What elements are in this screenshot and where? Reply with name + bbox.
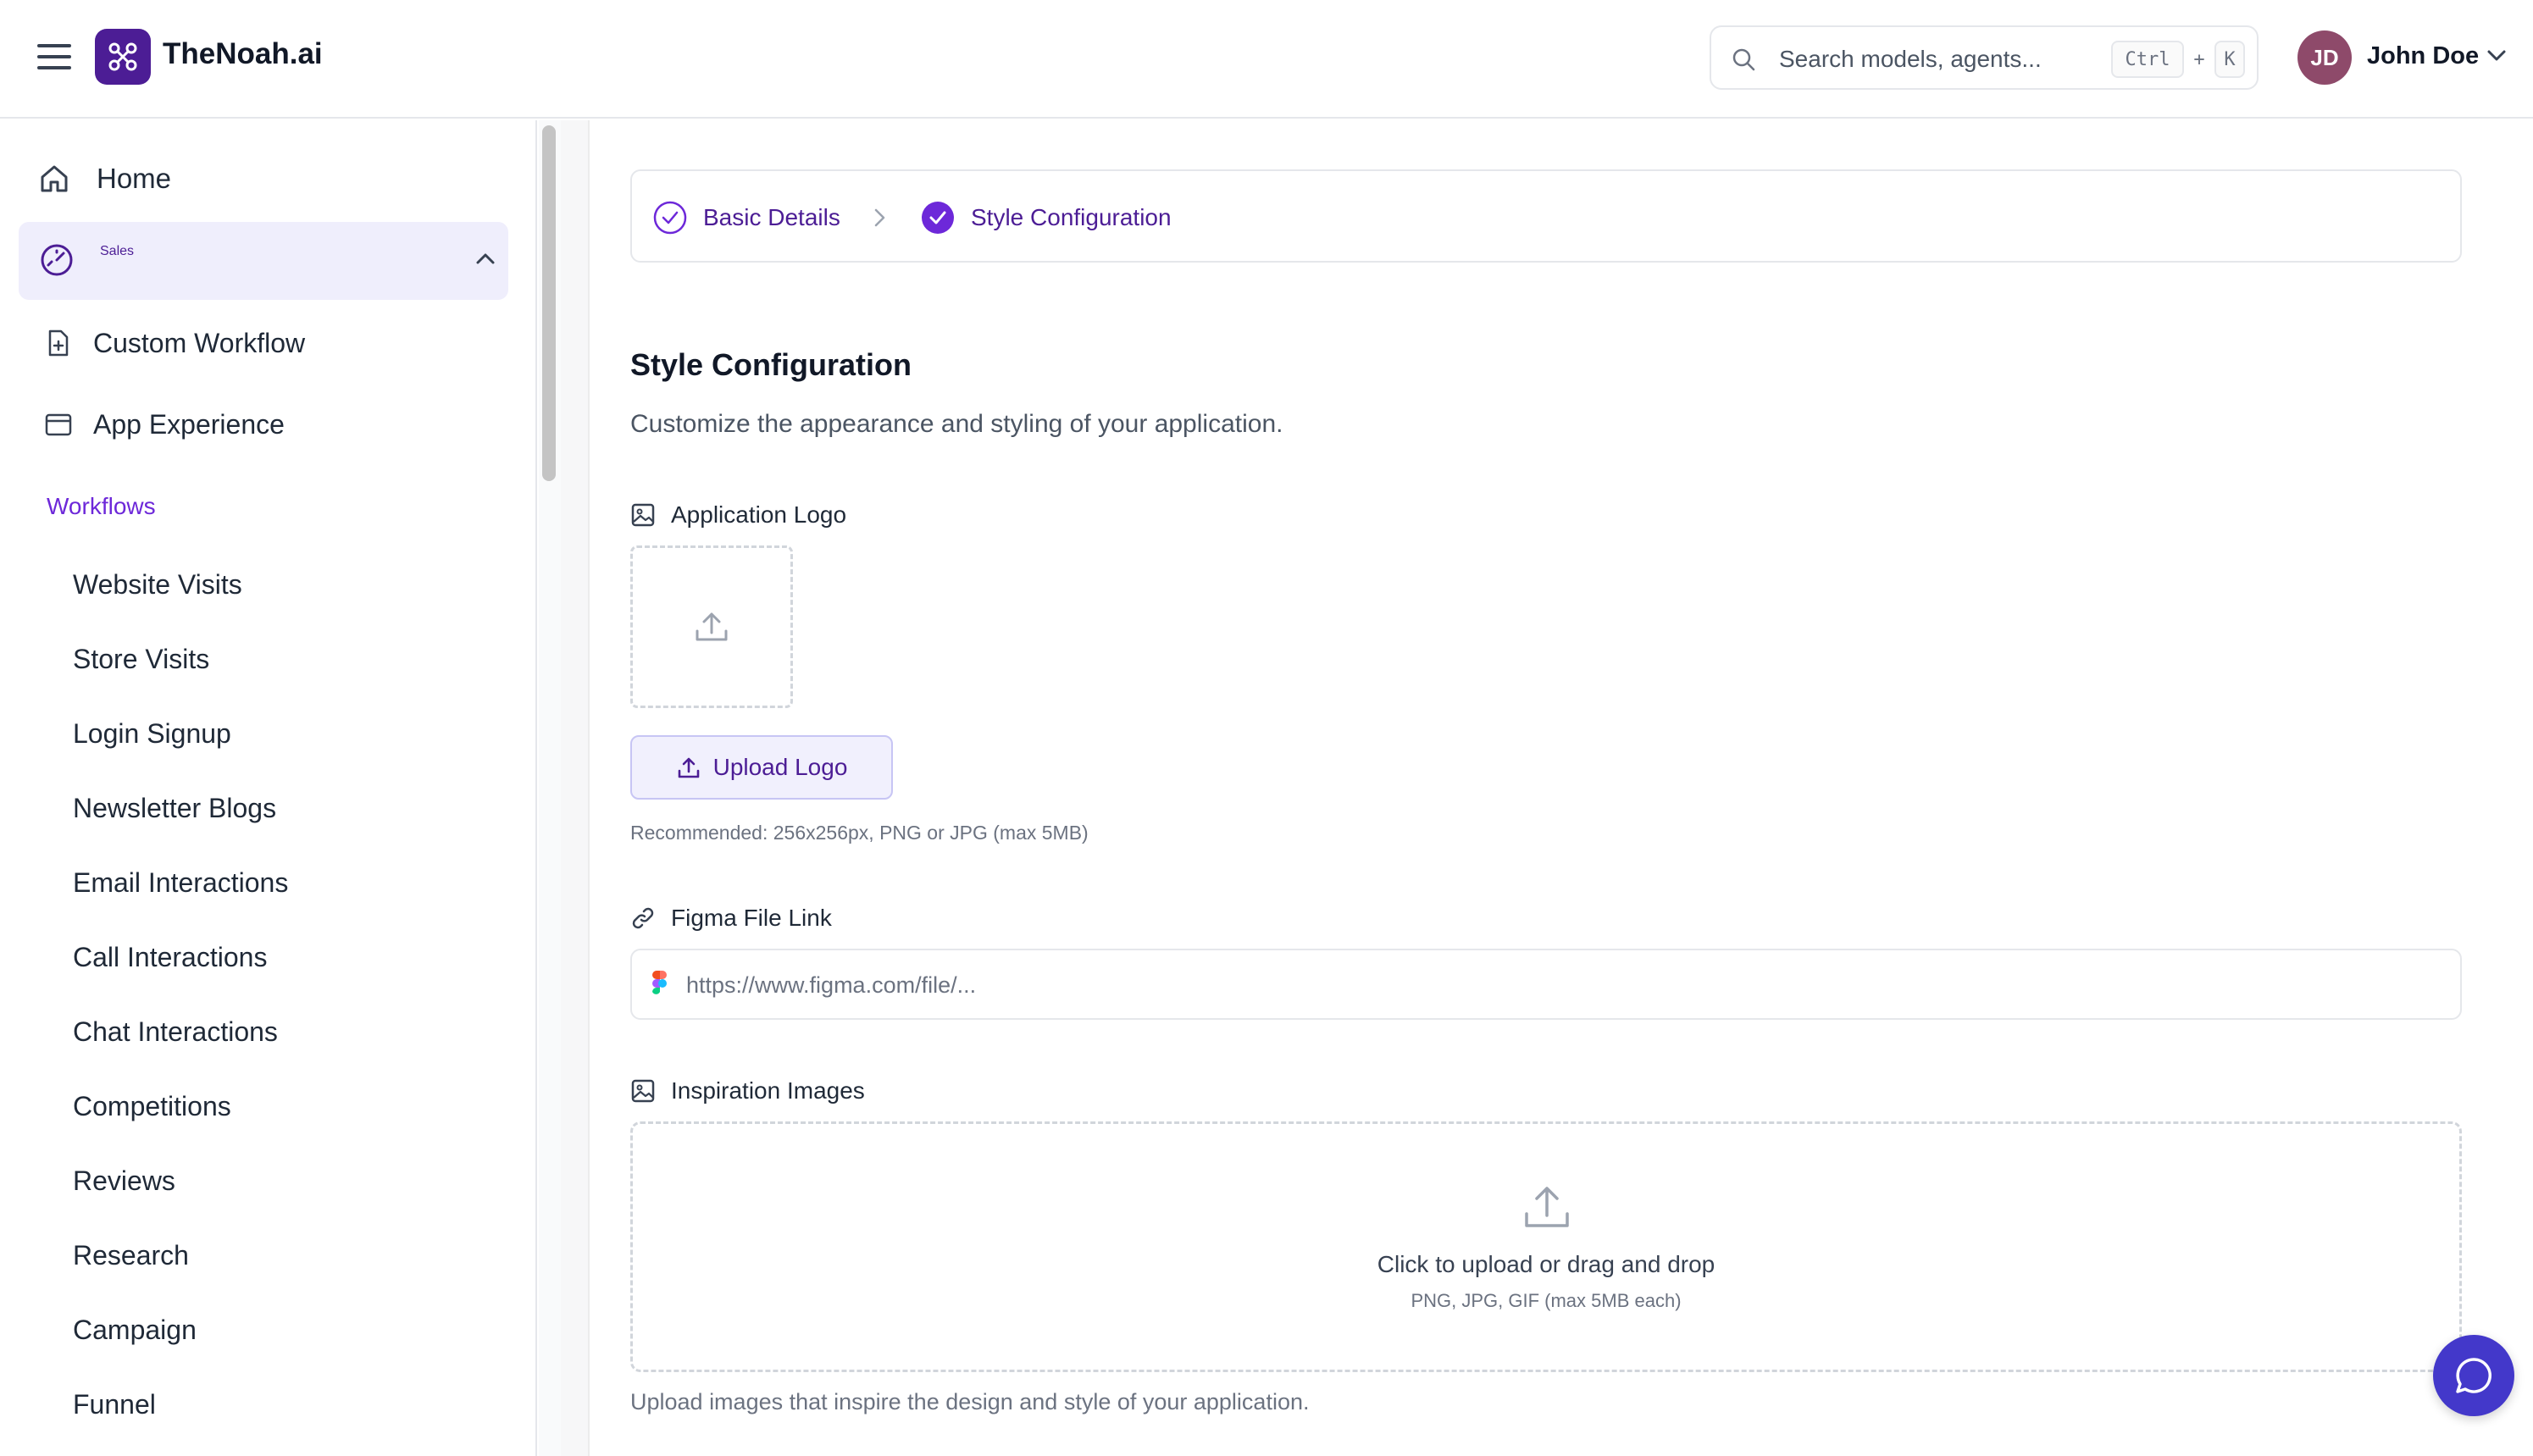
shortcut-plus: + xyxy=(2193,48,2205,70)
stepper: Basic Details Style Configuration xyxy=(630,169,2462,263)
dropzone-subtext: PNG, JPG, GIF (max 5MB each) xyxy=(1411,1290,1682,1311)
sidebar-item-custom-workflow[interactable]: Custom Workflow xyxy=(44,324,305,363)
user-avatar[interactable]: JD xyxy=(2297,30,2352,85)
inspiration-images-label: Inspiration Images xyxy=(630,1077,865,1104)
step-basic-details[interactable]: Basic Details xyxy=(652,200,840,235)
chevron-up-icon[interactable] xyxy=(474,251,496,268)
check-circle-icon xyxy=(922,202,954,234)
network-logo-icon[interactable] xyxy=(95,29,151,85)
sidebar-item-sales[interactable]: Sales xyxy=(19,222,508,300)
upload-icon xyxy=(678,757,699,778)
hamburger-icon[interactable] xyxy=(37,42,71,71)
figma-link-input[interactable] xyxy=(686,962,2431,1008)
sidebar-item-newsletter-blogs[interactable]: Newsletter Blogs xyxy=(73,793,276,824)
sidebar-item-label: App Experience xyxy=(93,408,285,440)
search-placeholder: Search models, agents... xyxy=(1779,46,2042,72)
sidebar-item-chat-interactions[interactable]: Chat Interactions xyxy=(73,1016,278,1048)
file-plus-icon xyxy=(48,329,69,357)
image-icon xyxy=(631,1079,655,1103)
brand-name[interactable]: TheNoah.ai xyxy=(163,37,323,71)
sidebar: Home Sales Custom Workflow App Experienc… xyxy=(0,120,537,1456)
browser-window-icon xyxy=(45,413,72,436)
step-label: Style Configuration xyxy=(971,204,1172,230)
logo-hint: Recommended: 256x256px, PNG or JPG (max … xyxy=(630,822,1089,844)
upload-logo-label: Upload Logo xyxy=(712,754,848,780)
page-subtitle: Customize the appearance and styling of … xyxy=(630,410,1283,438)
upload-icon xyxy=(1525,1187,1569,1227)
logo-dropzone[interactable] xyxy=(630,545,793,708)
application-logo-label: Application Logo xyxy=(630,501,846,529)
sidebar-item-login-signup[interactable]: Login Signup xyxy=(73,718,231,750)
dropzone-text: Click to upload or drag and drop xyxy=(1377,1251,1715,1277)
gauge-icon xyxy=(41,244,73,276)
step-label: Basic Details xyxy=(703,204,840,230)
sidebar-item-store-visits[interactable]: Store Visits xyxy=(73,644,209,675)
shortcut-ctrl-key: Ctrl xyxy=(2111,41,2184,78)
field-label-text: Inspiration Images xyxy=(671,1077,865,1104)
sidebar-item-reviews[interactable]: Reviews xyxy=(73,1165,175,1197)
step-style-configuration[interactable]: Style Configuration xyxy=(920,200,1172,235)
figma-link-label: Figma File Link xyxy=(630,905,832,932)
sidebar-item-email-interactions[interactable]: Email Interactions xyxy=(73,867,288,899)
sidebar-item-competitions[interactable]: Competitions xyxy=(73,1091,231,1122)
search-icon xyxy=(1732,48,1755,71)
chevron-down-icon[interactable] xyxy=(2486,47,2508,64)
sidebar-item-home[interactable]: Home xyxy=(37,158,171,200)
top-header: TheNoah.ai Search models, agents... Ctrl… xyxy=(0,0,2533,119)
sidebar-item-label: Home xyxy=(97,163,172,194)
field-label-text: Figma File Link xyxy=(671,905,832,931)
workflows-section-label: Workflows xyxy=(47,493,156,519)
sidebar-item-label: Custom Workflow xyxy=(93,327,306,358)
sidebar-item-campaign[interactable]: Campaign xyxy=(73,1315,197,1346)
user-name[interactable]: John Doe xyxy=(2367,42,2479,70)
field-label-text: Application Logo xyxy=(671,501,847,528)
search-box[interactable]: Search models, agents... Ctrl + K xyxy=(1710,25,2259,90)
upload-icon xyxy=(696,612,728,641)
shortcut-k-key: K xyxy=(2214,41,2245,78)
sidebar-scrollbar-thumb[interactable] xyxy=(542,125,556,481)
page-title: Style Configuration xyxy=(630,347,912,382)
sidebar-item-call-interactions[interactable]: Call Interactions xyxy=(73,942,267,973)
sidebar-item-label: Sales xyxy=(100,244,135,258)
figma-link-field[interactable] xyxy=(630,949,2462,1020)
inspiration-images-dropzone[interactable]: Click to upload or drag and drop PNG, JP… xyxy=(630,1121,2462,1372)
sidebar-item-research[interactable]: Research xyxy=(73,1240,189,1271)
upload-logo-button[interactable]: Upload Logo xyxy=(630,735,893,800)
sidebar-item-website-visits[interactable]: Website Visits xyxy=(73,569,242,601)
sidebar-item-app-experience[interactable]: App Experience xyxy=(44,405,285,444)
figma-icon xyxy=(652,971,667,994)
chevron-right-icon xyxy=(874,208,885,227)
home-icon xyxy=(41,165,68,192)
chat-button[interactable] xyxy=(2433,1335,2514,1416)
image-icon xyxy=(631,503,655,527)
link-icon xyxy=(632,907,654,929)
check-circle-icon xyxy=(653,201,687,235)
chat-bubble-icon xyxy=(2456,1358,2491,1393)
images-hint: Upload images that inspire the design an… xyxy=(630,1389,1310,1414)
sidebar-item-funnel[interactable]: Funnel xyxy=(73,1389,156,1420)
